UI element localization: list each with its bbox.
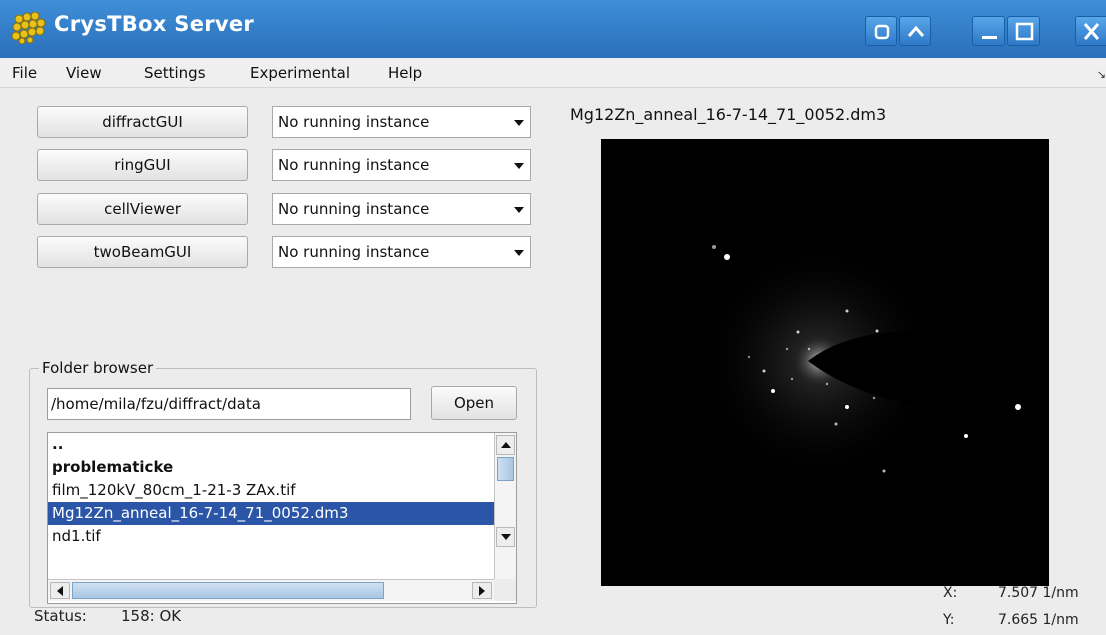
status-label: Status: <box>34 607 87 625</box>
chevron-up-icon <box>907 25 925 37</box>
list-item[interactable]: film_120kV_80cm_1-21-3 ZAx.tif <box>48 479 494 502</box>
chevron-down-icon <box>514 120 524 126</box>
ringgui-instance-select[interactable]: No running instance <box>272 149 531 181</box>
scroll-right-icon[interactable] <box>472 582 492 599</box>
chevron-down-icon <box>514 250 524 256</box>
twobeamgui-instance-value: No running instance <box>278 243 430 261</box>
window-title: CrysTBox Server <box>54 12 255 36</box>
y-coordinate-label: Y: <box>943 612 955 628</box>
maximize-icon <box>1015 22 1034 41</box>
menu-help[interactable]: Help <box>388 64 422 82</box>
x-coordinate-label: X: <box>943 585 958 601</box>
ringgui-button[interactable]: ringGUI <box>37 149 248 181</box>
title-bar[interactable]: CrysTBox Server <box>0 0 1106 58</box>
menu-experimental[interactable]: Experimental <box>250 64 350 82</box>
restore-button[interactable] <box>865 16 897 46</box>
list-item[interactable]: nd1.tif <box>48 525 494 548</box>
path-input[interactable] <box>47 388 411 420</box>
image-title: Mg12Zn_anneal_16-7-14_71_0052.dm3 <box>570 105 887 124</box>
scrollbar-corner <box>494 579 516 601</box>
shade-button[interactable] <box>899 16 931 46</box>
status-value: 158: OK <box>121 607 182 625</box>
list-item-folder[interactable]: problematicke <box>48 456 494 479</box>
menu-view[interactable]: View <box>66 64 102 82</box>
folder-browser-legend: Folder browser <box>39 359 157 377</box>
cellviewer-instance-select[interactable]: No running instance <box>272 193 531 225</box>
horizontal-scroll-thumb[interactable] <box>72 582 384 599</box>
maximize-button[interactable] <box>1007 16 1040 46</box>
diffractgui-button[interactable]: diffractGUI <box>37 106 248 138</box>
crystal-logo-icon <box>12 12 46 44</box>
minimize-button[interactable] <box>972 16 1005 46</box>
ringgui-instance-value: No running instance <box>278 156 430 174</box>
close-button[interactable] <box>1075 16 1106 46</box>
diffractgui-instance-value: No running instance <box>278 113 430 131</box>
menu-file[interactable]: File <box>12 64 37 82</box>
chevron-down-icon <box>514 163 524 169</box>
twobeamgui-instance-select[interactable]: No running instance <box>272 236 531 268</box>
x-coordinate-value: 7.507 1/nm <box>998 585 1079 601</box>
open-button[interactable]: Open <box>431 386 517 420</box>
minimize-icon <box>982 36 997 39</box>
menu-overflow-icon[interactable]: ↘ <box>1097 68 1106 81</box>
cellviewer-instance-value: No running instance <box>278 200 430 218</box>
cellviewer-button[interactable]: cellViewer <box>37 193 248 225</box>
close-icon <box>1083 23 1100 40</box>
diffraction-pattern <box>601 139 1049 586</box>
list-item-selected[interactable]: Mg12Zn_anneal_16-7-14_71_0052.dm3 <box>48 502 494 525</box>
restore-icon <box>874 24 890 40</box>
file-list[interactable]: .. problematicke film_120kV_80cm_1-21-3 … <box>47 432 517 604</box>
diffraction-image[interactable] <box>601 139 1049 586</box>
vertical-scrollbar[interactable] <box>494 433 516 579</box>
diffractgui-instance-select[interactable]: No running instance <box>272 106 531 138</box>
horizontal-scrollbar[interactable] <box>48 579 494 601</box>
y-coordinate-value: 7.665 1/nm <box>998 612 1079 628</box>
scroll-left-icon[interactable] <box>50 582 70 599</box>
scroll-up-icon[interactable] <box>496 435 515 455</box>
menu-bar: File View Settings Experimental Help ↘ <box>0 58 1106 88</box>
vertical-scroll-thumb[interactable] <box>497 457 514 481</box>
scroll-down-icon[interactable] <box>496 527 515 547</box>
list-item-parent[interactable]: .. <box>48 433 494 456</box>
chevron-down-icon <box>514 207 524 213</box>
file-list-items: .. problematicke film_120kV_80cm_1-21-3 … <box>48 433 494 553</box>
menu-settings[interactable]: Settings <box>144 64 206 82</box>
twobeamgui-button[interactable]: twoBeamGUI <box>37 236 248 268</box>
